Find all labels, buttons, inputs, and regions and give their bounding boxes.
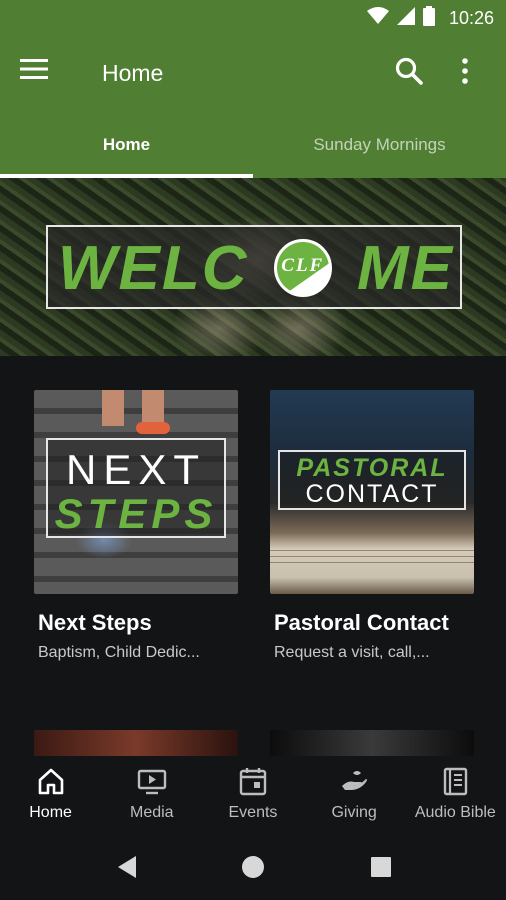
tab-home[interactable]: Home xyxy=(0,112,253,178)
battery-icon xyxy=(422,5,435,31)
leg xyxy=(142,390,164,426)
bible-line xyxy=(270,562,474,563)
welcome-wordmark: WELC CLF ME xyxy=(58,231,454,305)
card-image-frame: NEXT STEPS xyxy=(46,438,226,538)
app-bar: Home xyxy=(0,36,506,112)
home-circle-icon[interactable] xyxy=(238,852,268,882)
bottom-nav: Home Media Events Giving Audio Bible xyxy=(0,756,506,834)
giving-hand-icon xyxy=(339,766,369,796)
nav-item-media[interactable]: Media xyxy=(101,756,202,834)
page-title: Home xyxy=(102,60,164,86)
card-image-line2: CONTACT xyxy=(305,480,439,508)
back-icon[interactable] xyxy=(112,852,142,882)
nav-item-giving[interactable]: Giving xyxy=(304,756,405,834)
card-image-line2: STEPS xyxy=(54,490,218,537)
recents-icon[interactable] xyxy=(366,852,396,882)
card-partial[interactable] xyxy=(34,730,238,756)
nav-item-audio-bible[interactable]: Audio Bible xyxy=(405,756,506,834)
status-time: 10:26 xyxy=(448,7,494,28)
tab-sunday-mornings[interactable]: Sunday Mornings xyxy=(253,112,506,178)
nav-item-home[interactable]: Home xyxy=(0,756,101,834)
card-image: PASTORAL CONTACT xyxy=(270,390,474,594)
nav-label: Events xyxy=(228,804,278,821)
nav-label: Home xyxy=(29,804,72,821)
card-title: Next Steps xyxy=(38,610,152,635)
system-nav-bar xyxy=(0,834,506,900)
wifi-icon xyxy=(366,6,389,30)
calendar-icon xyxy=(238,766,268,796)
clf-logo: CLF xyxy=(273,239,332,297)
shoe xyxy=(136,422,170,434)
cell-signal-icon xyxy=(396,6,415,30)
card-image-line1: NEXT xyxy=(65,446,206,493)
status-icons: 10:26 xyxy=(366,5,494,31)
card-image: NEXT STEPS xyxy=(34,390,238,594)
app-screen: 10:26 Home Home Sunday Mornings WELC CLF xyxy=(0,0,506,900)
hamburger-menu-icon[interactable] xyxy=(20,58,60,90)
bible-line xyxy=(270,556,474,557)
nav-label: Media xyxy=(129,804,174,821)
card-image-line1: PASTORAL xyxy=(296,454,448,482)
legs-image xyxy=(96,390,176,434)
card-partial[interactable] xyxy=(270,730,474,756)
bible-line xyxy=(270,550,474,551)
welcome-banner[interactable]: WELC CLF ME xyxy=(0,178,506,356)
search-icon[interactable] xyxy=(394,56,430,92)
nav-label: Audio Bible xyxy=(414,804,496,821)
welcome-word-right: ME xyxy=(357,233,454,303)
media-icon xyxy=(137,766,167,796)
tab-label: Home xyxy=(102,135,151,154)
status-bar: 10:26 xyxy=(0,0,506,36)
nav-label: Giving xyxy=(331,804,377,821)
card-subtitle: Request a visit, call,... xyxy=(274,644,430,661)
card-image-frame: PASTORAL CONTACT xyxy=(278,450,466,510)
leg xyxy=(102,390,124,426)
bible-icon xyxy=(440,766,470,796)
welcome-word-left: WELC xyxy=(58,233,249,303)
tab-label: Sunday Mornings xyxy=(313,135,446,154)
card-subtitle: Baptism, Child Dedic... xyxy=(38,644,200,661)
welcome-frame: WELC CLF ME xyxy=(46,225,462,309)
more-vert-icon[interactable] xyxy=(460,56,490,92)
card-title: Pastoral Contact xyxy=(274,610,449,635)
logo-letters: CLF xyxy=(281,255,325,276)
nav-item-events[interactable]: Events xyxy=(202,756,303,834)
tab-bar: Home Sunday Mornings xyxy=(0,112,506,178)
home-icon xyxy=(36,766,66,796)
